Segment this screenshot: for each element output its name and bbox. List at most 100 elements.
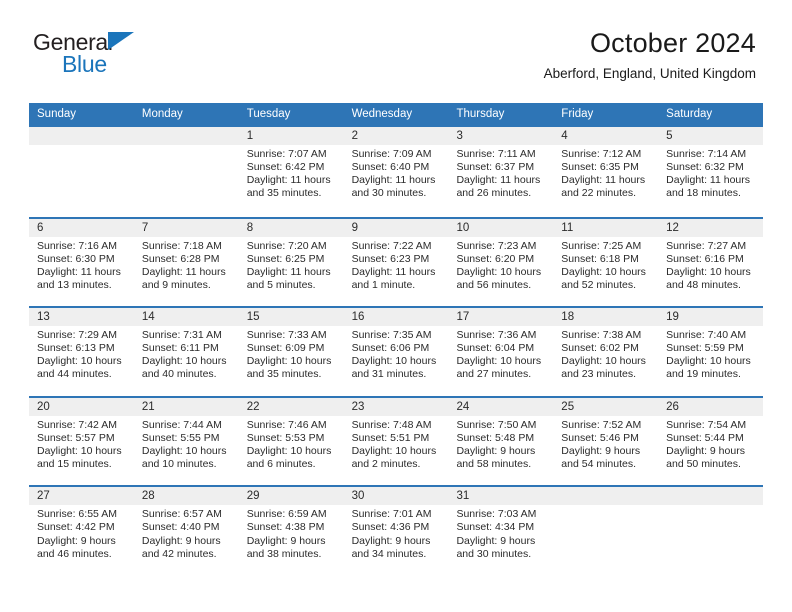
- day-detail-line: Sunrise: 7:16 AM: [37, 239, 117, 252]
- day-number: 6: [29, 218, 134, 237]
- calendar-day-cell[interactable]: 30 Sunrise: 7:01 AM Sunset: 4:36 PM Dayligh…: [343, 487, 449, 575]
- day-detail-line: Sunset: 6:13 PM: [37, 342, 115, 355]
- day-detail-line: Sunrise: 6:57 AM: [141, 508, 222, 521]
- calendar-day-cell[interactable]: 11 Sunrise: 7:25 AM Sunset: 6:18 PM Dayligh…: [553, 218, 659, 307]
- day-number: 10: [448, 218, 554, 237]
- day-details: Sunrise: 7:23 AM Sunset: 6:20 PM Daylight:…: [448, 237, 553, 292]
- calendar-day-cell[interactable]: 3 Sunrise: 7:11 AM Sunset: 6:37 PM Daylight…: [448, 127, 554, 217]
- day-details: Sunrise: 7:40 AM Sunset: 5:59 PM Daylight:…: [658, 326, 763, 381]
- calendar-day-cell[interactable]: 20 Sunrise: 7:42 AM Sunset: 5:57 PM Dayligh…: [29, 397, 134, 486]
- calendar-day-cell[interactable]: 12 Sunrise: 7:27 AM Sunset: 6:16 PM Dayligh…: [658, 218, 764, 307]
- calendar-day-cell[interactable]: 6 Sunrise: 7:16 AM Sunset: 6:30 PM Daylight…: [29, 218, 134, 307]
- day-detail-line: Sunset: 6:25 PM: [246, 252, 325, 265]
- calendar-page: General Blue October 2024 Aberford, Engl…: [0, 0, 792, 612]
- calendar-day-cell[interactable]: 19 Sunrise: 7:40 AM Sunset: 5:59 PM Dayligh…: [658, 308, 764, 396]
- day-detail-line: Daylight: 10 hours: [246, 444, 332, 457]
- day-details: Sunrise: 7:14 AM Sunset: 6:32 PM Daylight:…: [658, 145, 763, 200]
- calendar-day-cell[interactable]: 24 Sunrise: 7:50 AM Sunset: 5:48 PM Dayligh…: [448, 397, 554, 486]
- day-details: Sunrise: 7:31 AM Sunset: 6:11 PM Daylight:…: [134, 326, 239, 381]
- day-detail-line: Daylight: 11 hours: [351, 174, 436, 187]
- calendar-day-cell[interactable]: 29 Sunrise: 6:59 AM Sunset: 4:38 PM Dayligh…: [238, 487, 344, 575]
- calendar-day-cell[interactable]: 10 Sunrise: 7:23 AM Sunset: 6:20 PM Dayligh…: [448, 218, 554, 307]
- day-detail-line: and 35 minutes.: [246, 187, 322, 200]
- calendar-day-cell[interactable]: 17 Sunrise: 7:36 AM Sunset: 6:04 PM Dayligh…: [448, 308, 554, 396]
- day-details: Sunrise: 7:36 AM Sunset: 6:04 PM Daylight:…: [448, 326, 553, 381]
- page-subtitle: Aberford, England, United Kingdom: [543, 66, 756, 81]
- calendar-day-cell[interactable]: 27 Sunrise: 6:55 AM Sunset: 4:42 PM Dayligh…: [29, 487, 134, 575]
- calendar-day-cell[interactable]: 31 Sunrise: 7:03 AM Sunset: 4:34 PM Dayligh…: [448, 487, 554, 575]
- calendar-day-cell[interactable]: 22 Sunrise: 7:46 AM Sunset: 5:53 PM Dayligh…: [238, 397, 344, 486]
- day-number: 24: [448, 397, 554, 416]
- day-number: 28: [133, 487, 239, 506]
- day-number: 19: [658, 308, 764, 327]
- day-detail-line: Sunrise: 7:25 AM: [561, 239, 642, 252]
- day-detail-line: Sunrise: 7:33 AM: [246, 329, 327, 342]
- calendar-day-cell[interactable]: 28 Sunrise: 6:57 AM Sunset: 4:40 PM Dayligh…: [133, 487, 239, 575]
- day-detail-line: Daylight: 10 hours: [246, 355, 332, 368]
- weekday-header-tuesday: Tuesday: [246, 108, 291, 120]
- calendar-day-cell[interactable]: 7 Sunrise: 7:18 AM Sunset: 6:28 PM Daylight…: [133, 218, 239, 307]
- calendar-day-cell[interactable]: 14 Sunrise: 7:31 AM Sunset: 6:11 PM Dayligh…: [133, 308, 239, 396]
- calendar-day-cell[interactable]: 15 Sunrise: 7:33 AM Sunset: 6:09 PM Dayligh…: [238, 308, 344, 396]
- day-number: 11: [553, 218, 659, 237]
- day-number: [658, 487, 764, 506]
- day-detail-line: Sunrise: 7:31 AM: [141, 329, 222, 342]
- day-detail-line: and 44 minutes.: [37, 368, 112, 381]
- calendar-day-cell[interactable]: 13 Sunrise: 7:29 AM Sunset: 6:13 PM Dayligh…: [29, 308, 134, 396]
- day-detail-line: Sunset: 5:57 PM: [37, 431, 115, 444]
- calendar-day-cell[interactable]: 9 Sunrise: 7:22 AM Sunset: 6:23 PM Daylight…: [343, 218, 449, 307]
- weekday-header-monday: Monday: [141, 108, 183, 120]
- day-detail-line: Sunrise: 7:20 AM: [246, 239, 327, 252]
- general-blue-logo: General Blue: [33, 31, 153, 77]
- calendar-day-cell[interactable]: 4 Sunrise: 7:12 AM Sunset: 6:35 PM Daylight…: [553, 127, 659, 217]
- day-detail-line: and 34 minutes.: [351, 547, 427, 560]
- day-details: Sunrise: 7:50 AM Sunset: 5:48 PM Daylight:…: [448, 416, 553, 471]
- day-details: Sunrise: 6:55 AM Sunset: 4:42 PM Daylight:…: [29, 505, 134, 560]
- day-details: Sunrise: 7:16 AM Sunset: 6:30 PM Daylight:…: [29, 237, 134, 292]
- day-detail-line: Sunrise: 7:54 AM: [666, 418, 747, 431]
- day-detail-line: and 2 minutes.: [351, 458, 421, 471]
- day-detail-line: Daylight: 10 hours: [141, 444, 227, 457]
- calendar-day-cell[interactable]: 5 Sunrise: 7:14 AM Sunset: 6:32 PM Daylight…: [658, 127, 764, 217]
- day-detail-line: Daylight: 11 hours: [141, 265, 226, 278]
- day-detail-line: and 19 minutes.: [666, 368, 741, 381]
- day-number: [29, 127, 134, 145]
- day-number: 16: [343, 308, 449, 327]
- day-number: 22: [238, 397, 344, 416]
- calendar-day-cell[interactable]: 16 Sunrise: 7:35 AM Sunset: 6:06 PM Dayligh…: [343, 308, 449, 396]
- day-detail-line: and 13 minutes.: [37, 278, 112, 291]
- day-details: Sunrise: 7:27 AM Sunset: 6:16 PM Daylight:…: [658, 237, 763, 292]
- weekday-header-wednesday: Wednesday: [351, 108, 413, 120]
- day-detail-line: and 58 minutes.: [456, 458, 532, 471]
- day-detail-line: Sunset: 6:02 PM: [561, 342, 639, 355]
- title-block: October 2024 Aberford, England, United K…: [544, 26, 756, 83]
- day-detail-line: Sunset: 6:30 PM: [37, 252, 115, 265]
- day-number: 12: [658, 218, 764, 237]
- calendar-day-cell[interactable]: 2 Sunrise: 7:09 AM Sunset: 6:40 PM Daylight…: [343, 127, 449, 217]
- day-number: 1: [238, 127, 344, 145]
- calendar-grid: Sunday Monday Tuesday Wednesday Thursday…: [29, 103, 764, 575]
- day-number: 31: [448, 487, 554, 506]
- day-detail-line: and 48 minutes.: [666, 278, 741, 291]
- calendar-day-cell[interactable]: 21 Sunrise: 7:44 AM Sunset: 5:55 PM Dayligh…: [133, 397, 239, 486]
- calendar-day-cell[interactable]: 1 Sunrise: 7:07 AM Sunset: 6:42 PM Daylight…: [238, 127, 344, 217]
- calendar-day-cell[interactable]: 25 Sunrise: 7:52 AM Sunset: 5:46 PM Dayligh…: [553, 397, 659, 486]
- day-details: Sunrise: 7:38 AM Sunset: 6:02 PM Daylight:…: [553, 326, 658, 381]
- calendar-day-cell[interactable]: 18 Sunrise: 7:38 AM Sunset: 6:02 PM Dayligh…: [553, 308, 659, 396]
- logo-triangle-icon: [108, 32, 134, 50]
- day-detail-line: Sunset: 6:16 PM: [666, 252, 744, 265]
- day-detail-line: Sunrise: 7:42 AM: [37, 418, 117, 431]
- day-detail-line: and 30 minutes.: [351, 187, 427, 200]
- day-details: Sunrise: 7:54 AM Sunset: 5:44 PM Daylight:…: [658, 416, 763, 471]
- calendar-day-cell[interactable]: 26 Sunrise: 7:54 AM Sunset: 5:44 PM Dayligh…: [658, 397, 764, 486]
- day-number: [133, 127, 239, 145]
- day-number: 13: [29, 308, 134, 327]
- calendar-day-cell[interactable]: 8 Sunrise: 7:20 AM Sunset: 6:25 PM Daylight…: [238, 218, 344, 307]
- day-detail-line: Daylight: 9 hours: [37, 534, 116, 547]
- logo-text-blue: Blue: [62, 51, 107, 77]
- day-detail-line: and 56 minutes.: [456, 278, 532, 291]
- day-detail-line: Sunset: 5:51 PM: [351, 431, 430, 444]
- day-detail-line: Sunrise: 7:46 AM: [246, 418, 327, 431]
- day-details: Sunrise: 7:48 AM Sunset: 5:51 PM Daylight:…: [344, 416, 449, 471]
- calendar-day-cell[interactable]: 23 Sunrise: 7:48 AM Sunset: 5:51 PM Dayligh…: [343, 397, 449, 486]
